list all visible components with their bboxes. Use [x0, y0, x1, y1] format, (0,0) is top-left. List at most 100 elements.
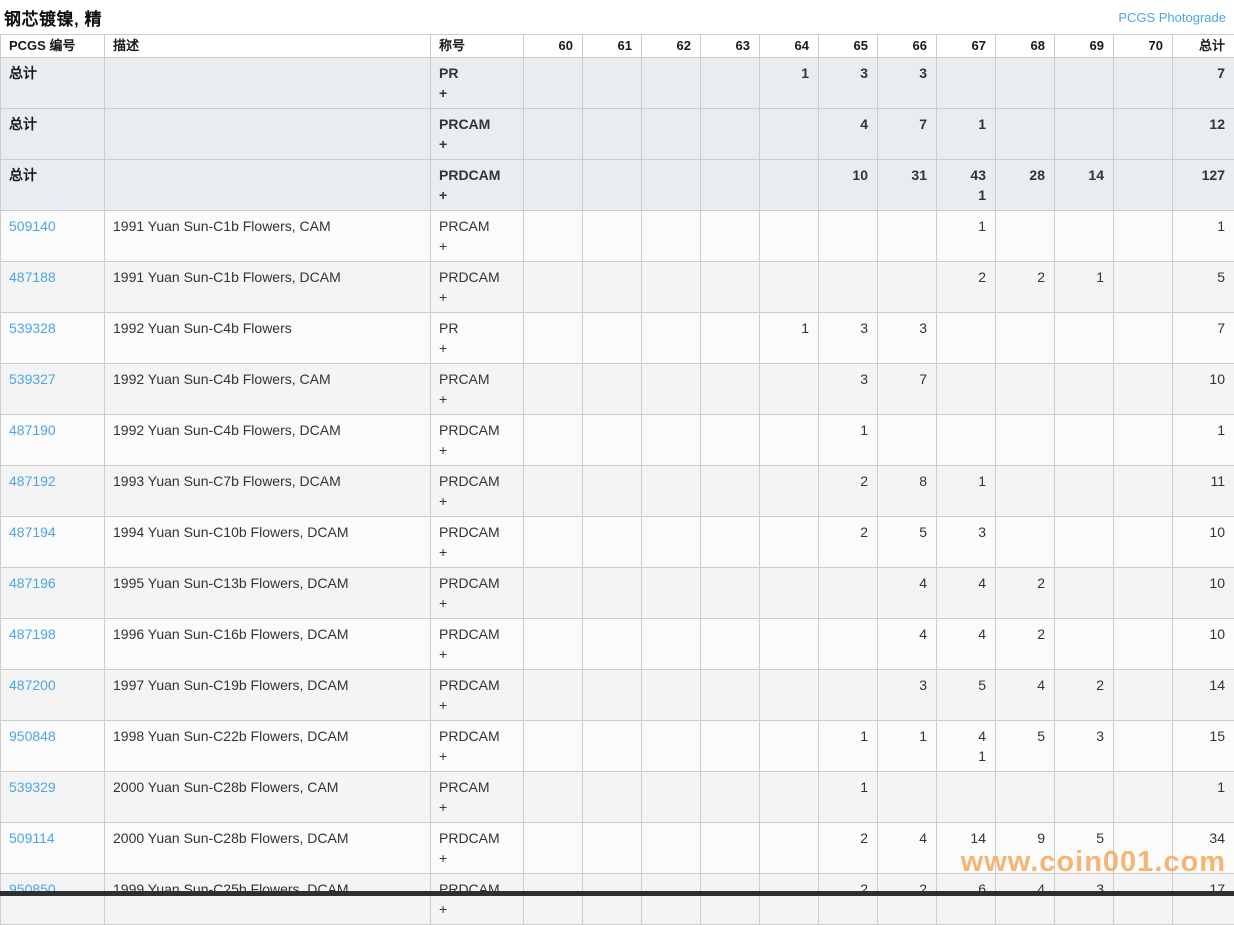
grade-count: 7 [886, 114, 927, 134]
table-row: 4871941994 Yuan Sun-C10b Flowers, DCAMPR… [1, 517, 1234, 568]
column-header-grade-62: 62 [642, 35, 701, 58]
description-cell: 1992 Yuan Sun-C4b Flowers, CAM [105, 364, 431, 415]
grade-count: 2 [886, 879, 927, 899]
grade-cell-66: 5 [878, 517, 937, 568]
grade-count: 2 [1063, 675, 1104, 695]
designation-cell: PRDCAM+ [431, 160, 524, 211]
pcgs-number-cell: 509140 [1, 211, 105, 262]
pcgs-number-cell: 487194 [1, 517, 105, 568]
grade-cell-66: 7 [878, 364, 937, 415]
grade-cell-63 [701, 874, 760, 925]
column-header-grade-64: 64 [760, 35, 819, 58]
pcgs-number-cell: 总计 [1, 58, 105, 109]
grade-cell-70 [1114, 721, 1173, 772]
total-cell: 7 [1173, 58, 1234, 109]
pcgs-number-link[interactable]: 539329 [9, 779, 56, 795]
grade-cell-64 [760, 721, 819, 772]
bottom-bar [0, 891, 1234, 896]
grade-cell-69: 14 [1055, 160, 1114, 211]
total-cell: 1 [1173, 415, 1234, 466]
grade-count: 2 [827, 471, 868, 491]
grade-count: 3 [1063, 879, 1104, 899]
designation-line: PRDCAM [439, 573, 515, 593]
grade-cell-70 [1114, 160, 1173, 211]
grade-cell-70 [1114, 415, 1173, 466]
pcgs-number-link[interactable]: 509114 [9, 830, 55, 846]
grade-cell-65: 2 [819, 874, 878, 925]
description-cell: 2000 Yuan Sun-C28b Flowers, CAM [105, 772, 431, 823]
grade-cell-65: 3 [819, 364, 878, 415]
grade-cell-62 [642, 58, 701, 109]
description-cell [105, 109, 431, 160]
pcgs-number-link[interactable]: 509140 [9, 218, 56, 234]
grade-cell-66: 4 [878, 823, 937, 874]
designation-line: PRDCAM [439, 828, 515, 848]
grade-cell-63 [701, 670, 760, 721]
grade-cell-68 [996, 109, 1055, 160]
grade-count: 2 [945, 267, 986, 287]
grade-cell-70 [1114, 823, 1173, 874]
grade-cell-68: 4 [996, 874, 1055, 925]
description-cell [105, 58, 431, 109]
total-cell: 10 [1173, 568, 1234, 619]
designation-line: PRDCAM [439, 165, 515, 185]
grade-cell-69 [1055, 364, 1114, 415]
description-cell [105, 160, 431, 211]
grade-cell-64 [760, 262, 819, 313]
total-cell: 1 [1173, 211, 1234, 262]
table-row: 9508481998 Yuan Sun-C22b Flowers, DCAMPR… [1, 721, 1234, 772]
grade-cell-69: 3 [1055, 721, 1114, 772]
grade-count: 2 [827, 522, 868, 542]
column-header-grade-70: 70 [1114, 35, 1173, 58]
column-header-grade-61: 61 [583, 35, 642, 58]
grade-cell-67 [937, 313, 996, 364]
grade-cell-69 [1055, 211, 1114, 262]
description-cell: 1994 Yuan Sun-C10b Flowers, DCAM [105, 517, 431, 568]
pcgs-number-link[interactable]: 487194 [9, 524, 56, 540]
grade-cell-60 [524, 109, 583, 160]
grade-cell-69: 3 [1055, 874, 1114, 925]
designation-cell: PRDCAM+ [431, 823, 524, 874]
grade-cell-65 [819, 670, 878, 721]
designation-line: + [439, 440, 515, 460]
designation-line: PRDCAM [439, 879, 515, 899]
grade-cell-62 [642, 568, 701, 619]
grade-cell-69 [1055, 58, 1114, 109]
grade-cell-63 [701, 262, 760, 313]
designation-cell: PR+ [431, 313, 524, 364]
pcgs-number-link[interactable]: 950848 [9, 728, 56, 744]
grade-count: 4 [886, 624, 927, 644]
pcgs-number-link[interactable]: 487200 [9, 677, 56, 693]
pcgs-number-link[interactable]: 487192 [9, 473, 56, 489]
pcgs-number-link[interactable]: 487198 [9, 626, 56, 642]
pcgs-number-link[interactable]: 487190 [9, 422, 56, 438]
grade-cell-62 [642, 466, 701, 517]
grade-cell-64 [760, 772, 819, 823]
photograde-link[interactable]: PCGS Photograde [1118, 10, 1230, 25]
total-cell: 1 [1173, 772, 1234, 823]
grade-count: 10 [827, 165, 868, 185]
grade-cell-66: 2 [878, 874, 937, 925]
grade-cell-68: 28 [996, 160, 1055, 211]
grade-cell-70 [1114, 58, 1173, 109]
grade-cell-60 [524, 721, 583, 772]
grade-cell-64 [760, 160, 819, 211]
grade-count: 1 [945, 471, 986, 491]
designation-line: + [439, 542, 515, 562]
grade-cell-70 [1114, 874, 1173, 925]
pcgs-number-cell: 487188 [1, 262, 105, 313]
grade-cell-69: 1 [1055, 262, 1114, 313]
grade-cell-67 [937, 772, 996, 823]
pcgs-number-link[interactable]: 539328 [9, 320, 56, 336]
grade-count: 4 [945, 573, 986, 593]
grade-count: 4 [1004, 675, 1045, 695]
pcgs-number-link[interactable]: 487188 [9, 269, 56, 285]
pcgs-number-cell: 509114 [1, 823, 105, 874]
description-cell: 1993 Yuan Sun-C7b Flowers, DCAM [105, 466, 431, 517]
pcgs-number-link[interactable]: 487196 [9, 575, 56, 591]
grade-count: 1 [827, 777, 868, 797]
grade-cell-70 [1114, 466, 1173, 517]
pcgs-number-link[interactable]: 539327 [9, 371, 56, 387]
table-header-row: PCGS 编号描述称号6061626364656667686970总计 [1, 35, 1234, 58]
total-cell: 5 [1173, 262, 1234, 313]
